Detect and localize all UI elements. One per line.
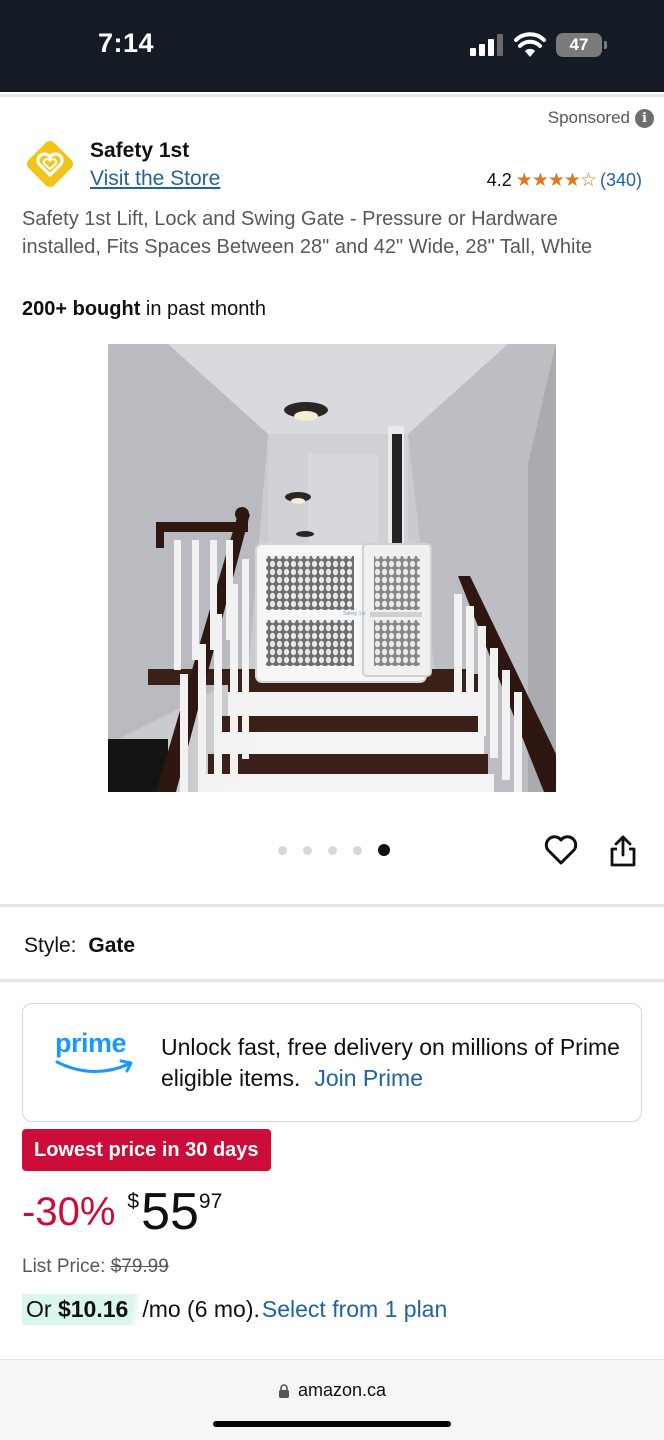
- carousel-dot[interactable]: [303, 845, 312, 855]
- list-price-label: List Price:: [22, 1256, 106, 1277]
- price-currency: $: [127, 1190, 140, 1213]
- price-block: -30% $ 55 97: [22, 1184, 222, 1240]
- monthly-amount: $10.16: [57, 1296, 129, 1322]
- prime-logo: prime: [55, 1028, 133, 1074]
- carousel-dot[interactable]: [353, 845, 362, 855]
- deal-badge: Lowest price in 30 days: [22, 1129, 271, 1171]
- url-text: amazon.ca: [297, 1380, 387, 1400]
- bought-count-bold: 200+ bought: [22, 298, 141, 320]
- divider: [0, 979, 664, 982]
- image-carousel-dots[interactable]: [278, 844, 390, 856]
- monthly-payment-highlight: Or $10.16: [22, 1294, 139, 1325]
- status-bar: 7:14 47: [0, 0, 664, 92]
- join-prime-link[interactable]: Join Prime: [314, 1065, 423, 1091]
- product-title[interactable]: Safety 1st Lift, Lock and Swing Gate - P…: [22, 205, 642, 261]
- heart-icon[interactable]: [544, 834, 578, 866]
- prime-smile-icon: [55, 1059, 133, 1074]
- status-time: 7:14: [98, 28, 155, 58]
- info-icon[interactable]: i: [635, 108, 654, 128]
- home-indicator[interactable]: [213, 1421, 451, 1427]
- monthly-prefix: Or: [26, 1296, 52, 1322]
- product-photo: Safety 1st: [108, 344, 556, 792]
- brand-name: Safety 1st: [90, 139, 190, 162]
- rating-value: 4.2: [486, 170, 512, 190]
- divider: [0, 904, 664, 907]
- address-bar[interactable]: amazon.ca: [0, 1380, 664, 1401]
- financing-row: Or $10.16 /mo (6 mo). Select from 1 plan: [22, 1294, 447, 1325]
- select-plan-link[interactable]: Select from 1 plan: [262, 1296, 447, 1323]
- prime-wordmark: prime: [55, 1028, 127, 1058]
- style-value: Gate: [88, 934, 136, 957]
- rating-count-link[interactable]: (340): [600, 170, 642, 191]
- star-rating-icon: ★★★★☆: [515, 170, 597, 191]
- bought-count-rest: in past month: [145, 298, 266, 320]
- battery-level: 47: [569, 35, 589, 54]
- product-image[interactable]: Safety 1st: [108, 344, 556, 792]
- lock-icon: [278, 1383, 289, 1398]
- list-price: List Price: $79.99: [22, 1256, 169, 1278]
- battery-nub: [604, 41, 607, 49]
- cellular-signal-icon: [470, 34, 504, 56]
- monthly-term: /mo (6 mo).: [142, 1296, 260, 1322]
- browser-bottom-bar: amazon.ca: [0, 1359, 664, 1440]
- list-price-value: $79.99: [110, 1256, 169, 1277]
- carousel-dot[interactable]: [278, 845, 287, 855]
- sponsored-text: Sponsored: [547, 108, 630, 127]
- price-whole: 55: [141, 1183, 199, 1241]
- battery-icon: 47: [556, 33, 602, 57]
- visit-store-link[interactable]: Visit the Store: [90, 167, 220, 191]
- prime-promo-text: Unlock fast, free delivery on millions o…: [161, 1032, 631, 1094]
- wifi-icon: [514, 32, 546, 57]
- carousel-dot[interactable]: [328, 845, 337, 855]
- divider: [0, 94, 664, 97]
- prime-promo-box[interactable]: prime Unlock fast, free delivery on mill…: [22, 1003, 642, 1122]
- price-fraction: 97: [198, 1190, 223, 1213]
- style-label: Style:: [24, 934, 77, 957]
- gate-brand-mark: Safety 1st: [343, 611, 366, 617]
- carousel-dot-active[interactable]: [378, 844, 390, 856]
- discount-percent: -30%: [22, 1190, 116, 1234]
- share-icon[interactable]: [608, 834, 638, 868]
- brand-logo[interactable]: [22, 136, 78, 192]
- rating-summary[interactable]: 4.2 ★★★★☆ (340): [487, 169, 642, 192]
- style-selector[interactable]: Style: Gate: [24, 934, 135, 958]
- sponsored-label[interactable]: Sponsored i: [548, 108, 654, 128]
- bought-count: 200+ bought in past month: [22, 298, 266, 321]
